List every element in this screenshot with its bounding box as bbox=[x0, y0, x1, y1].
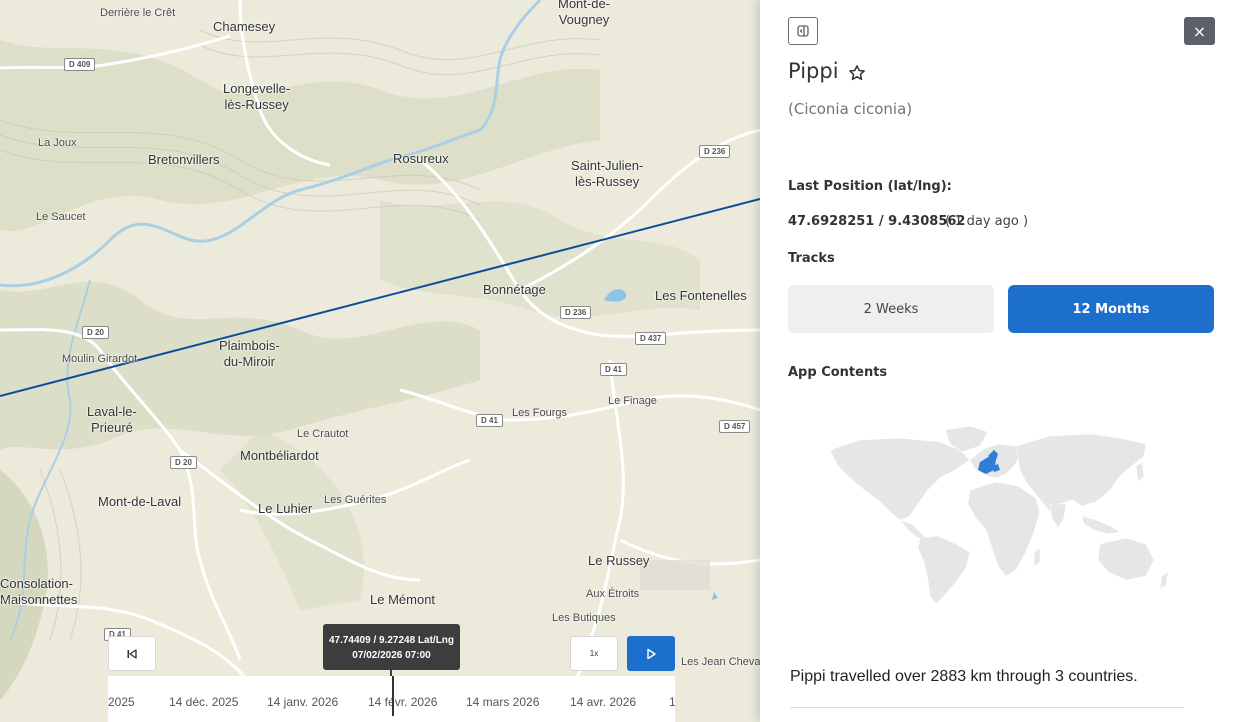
timeline-tick: 14 févr. 2026 bbox=[368, 695, 438, 709]
place-label: Montbéliardot bbox=[240, 448, 319, 463]
travel-summary: Pippi travelled over 2883 km through 3 c… bbox=[790, 668, 1138, 685]
place-label: Plaimbois- du-Miroir bbox=[219, 338, 280, 369]
place-label: Mont-de-Laval bbox=[98, 494, 182, 509]
road-shield: D 457 bbox=[719, 420, 751, 433]
place-label: Les Fontenelles bbox=[655, 288, 747, 303]
place-label: Mont-de- Vougney bbox=[557, 0, 611, 27]
timeline-cursor[interactable] bbox=[392, 676, 394, 716]
timeline-tick: 14 avr. 2026 bbox=[570, 695, 637, 709]
app-contents-label: App Contents bbox=[788, 365, 888, 380]
track-12-months-button[interactable]: 12 Months bbox=[1008, 285, 1214, 333]
animal-detail-panel: × Pippi (Ciconia ciconia) Last Position … bbox=[760, 0, 1243, 722]
tracks-label: Tracks bbox=[788, 251, 835, 266]
road-shield: D 20 bbox=[170, 456, 197, 469]
place-label: Chamesey bbox=[213, 19, 276, 34]
panel-toggle-icon bbox=[797, 25, 809, 37]
place-label: Le Mémont bbox=[370, 592, 436, 607]
timeline-tick: 14 janv. 2026 bbox=[267, 695, 339, 709]
skip-back-icon bbox=[127, 648, 137, 659]
place-label: Le Russey bbox=[588, 553, 650, 568]
last-position-value: 47.6928251 / 9.4308562 bbox=[788, 214, 966, 229]
road-shield: D 41 bbox=[600, 363, 627, 376]
road-shield: D 236 bbox=[560, 306, 592, 319]
road-shield: D 437 bbox=[635, 332, 667, 345]
map-view[interactable]: Derrière le Crêt Chamesey Mont-de- Vougn… bbox=[0, 0, 760, 722]
panel-toggle-button[interactable] bbox=[788, 17, 818, 45]
star-outline-icon[interactable] bbox=[848, 64, 866, 82]
tooltip-datetime: 07/02/2026 07:00 bbox=[352, 650, 431, 661]
place-label: Les Jean Cheval bbox=[681, 656, 760, 668]
skip-back-button[interactable] bbox=[108, 636, 156, 671]
place-label: Bretonvillers bbox=[148, 152, 220, 167]
place-label: Rosureux bbox=[393, 151, 449, 166]
playback-speed-button[interactable]: 1x bbox=[570, 636, 618, 671]
place-label: La Joux bbox=[38, 137, 77, 149]
timeline-scrubber[interactable]: 2025 14 déc. 2025 14 janv. 2026 14 févr.… bbox=[108, 676, 675, 722]
place-label: Les Butiques bbox=[552, 612, 616, 624]
species-name: (Ciconia ciconia) bbox=[788, 100, 913, 118]
place-label: Moulin Girardot bbox=[62, 353, 138, 365]
place-label: Le Crautot bbox=[297, 428, 349, 440]
place-label: Le Saucet bbox=[36, 211, 86, 223]
place-label: Bonnétage bbox=[483, 282, 546, 297]
tooltip-coordinates: 47.74409 / 9.27248 Lat/Lng bbox=[328, 635, 455, 646]
place-label: Le Luhier bbox=[258, 501, 313, 516]
place-label: Longevelle- lès-Russey bbox=[223, 81, 291, 112]
place-label: Le Finage bbox=[608, 395, 657, 407]
timeline-tick: 1 bbox=[669, 695, 675, 709]
timeline-tick: 2025 bbox=[108, 695, 135, 709]
close-button[interactable]: × bbox=[1184, 17, 1215, 45]
road-shield: D 20 bbox=[82, 326, 109, 339]
place-label: Laval-le- Prieuré bbox=[87, 404, 137, 435]
play-icon bbox=[647, 648, 656, 659]
place-label: Les Fourgs bbox=[512, 407, 568, 419]
place-label: Saint-Julien- lès-Russey bbox=[571, 158, 644, 189]
track-2-weeks-button[interactable]: 2 Weeks bbox=[788, 285, 994, 333]
last-position-age: ( 1 day ago ) bbox=[945, 214, 1029, 229]
road-shield: D 41 bbox=[476, 414, 503, 427]
timeline-tooltip: 47.74409 / 9.27248 Lat/Lng 07/02/2026 07… bbox=[323, 624, 460, 670]
timeline-tick: 14 déc. 2025 bbox=[169, 695, 239, 709]
road-shield: D 409 bbox=[64, 58, 96, 71]
world-map-graphic bbox=[829, 425, 1169, 605]
road-shield: D 236 bbox=[699, 145, 731, 158]
place-label: Consolation- Maisonnettes bbox=[0, 576, 78, 607]
animal-name: Pippi bbox=[788, 59, 839, 83]
divider bbox=[790, 707, 1184, 708]
place-label: Derrière le Crêt bbox=[100, 7, 176, 19]
play-button[interactable] bbox=[627, 636, 675, 671]
place-label: Aux Étroits bbox=[586, 588, 640, 600]
place-label: Les Guérites bbox=[324, 494, 387, 506]
timeline-tick: 14 mars 2026 bbox=[466, 695, 540, 709]
last-position-label: Last Position (lat/lng): bbox=[788, 179, 952, 194]
